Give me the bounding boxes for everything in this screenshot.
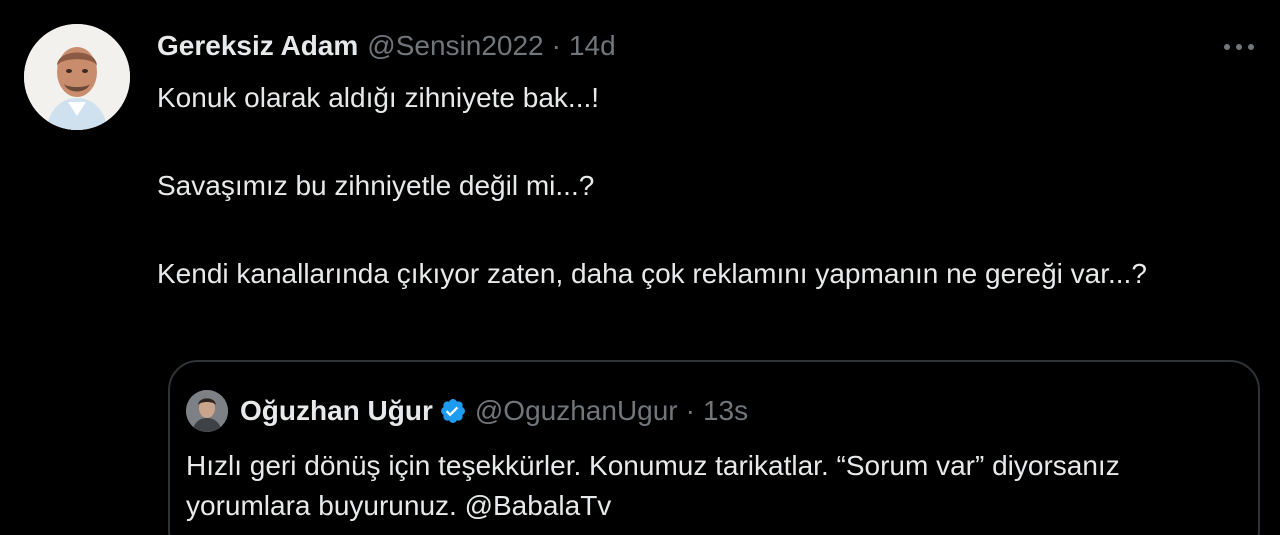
tweet-paragraph: Savaşımız bu zihniyetle değil mi...? bbox=[157, 170, 595, 201]
tweet-content: Gereksiz Adam @Sensin2022 · 14d Konuk ol… bbox=[157, 24, 1257, 294]
tweet-header: Gereksiz Adam @Sensin2022 · 14d bbox=[157, 24, 1257, 68]
separator-dot: · bbox=[685, 395, 695, 426]
quoted-tweet-timestamp: 13s bbox=[702, 395, 749, 426]
verified-badge-icon bbox=[439, 397, 467, 425]
quoted-author-avatar bbox=[186, 390, 228, 432]
author-avatar[interactable] bbox=[24, 24, 130, 130]
quoted-tweet-text: Hızlı geri dönüş için teşekkürler. Konum… bbox=[186, 450, 1120, 521]
more-options-button[interactable] bbox=[1221, 32, 1257, 62]
tweet-paragraph: Konuk olarak aldığı zihniyete bak...! bbox=[157, 82, 600, 113]
tweet-timestamp[interactable]: 14d bbox=[569, 24, 616, 68]
quoted-tweet[interactable]: Oğuzhan Uğur @OguzhanUgur · 13s Hızlı ge… bbox=[168, 360, 1260, 535]
author-name[interactable]: Gereksiz Adam bbox=[157, 24, 358, 68]
avatar-portrait-icon bbox=[24, 24, 130, 130]
avatar-portrait-icon bbox=[186, 390, 228, 432]
author-handle[interactable]: @Sensin2022 bbox=[367, 24, 543, 68]
tweet-paragraph: Kendi kanallarında çıkıyor zaten, daha ç… bbox=[157, 258, 1147, 289]
more-horizontal-icon bbox=[1224, 44, 1254, 50]
tweet[interactable]: Gereksiz Adam @Sensin2022 · 14d Konuk ol… bbox=[0, 0, 1280, 535]
separator-dot: · bbox=[551, 30, 561, 61]
quoted-author-handle: @OguzhanUgur bbox=[474, 395, 678, 426]
tweet-text: Konuk olarak aldığı zihniyete bak...! Sa… bbox=[157, 78, 1257, 294]
quoted-tweet-header: Oğuzhan Uğur @OguzhanUgur · 13s bbox=[186, 390, 748, 432]
quoted-author-name: Oğuzhan Uğur bbox=[240, 395, 433, 426]
